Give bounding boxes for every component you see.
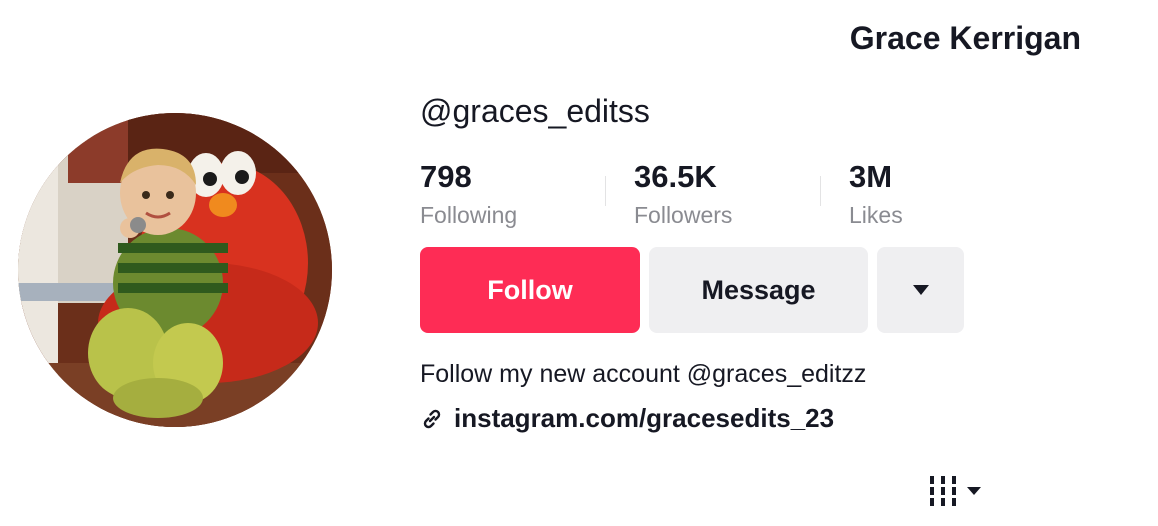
more-options-button[interactable] (877, 247, 964, 333)
bio-link[interactable]: instagram.com/gracesedits_23 (420, 403, 834, 434)
follow-button[interactable]: Follow (420, 247, 640, 333)
followers-label: Followers (634, 202, 733, 228)
view-toggle[interactable] (928, 474, 982, 508)
stat-following[interactable]: 798 Following (420, 156, 517, 230)
avatar-image (18, 113, 332, 427)
caret-down-icon (912, 285, 929, 295)
username: @graces_editss (420, 93, 650, 129)
following-count: 798 (420, 159, 472, 194)
display-name: Grace Kerrigan (849, 20, 1081, 56)
grid-view-icon (930, 476, 956, 506)
stat-followers[interactable]: 36.5K Followers (634, 156, 732, 230)
avatar[interactable] (18, 113, 332, 427)
link-icon (423, 409, 441, 428)
likes-label: Likes (849, 202, 903, 228)
stat-divider (820, 176, 821, 206)
bio-text: Follow my new account @graces_editzz (420, 360, 867, 388)
profile-page: Grace Kerrigan @graces_editss 798 Follow… (0, 0, 1158, 526)
likes-count: 3M (849, 159, 893, 194)
message-button[interactable]: Message (649, 247, 868, 333)
stat-divider (605, 176, 606, 206)
followers-count: 36.5K (634, 159, 717, 194)
bio-link-text: instagram.com/gracesedits_23 (454, 403, 835, 433)
caret-down-icon (967, 487, 981, 495)
following-label: Following (420, 202, 518, 228)
stat-likes: 3M Likes (849, 156, 903, 230)
